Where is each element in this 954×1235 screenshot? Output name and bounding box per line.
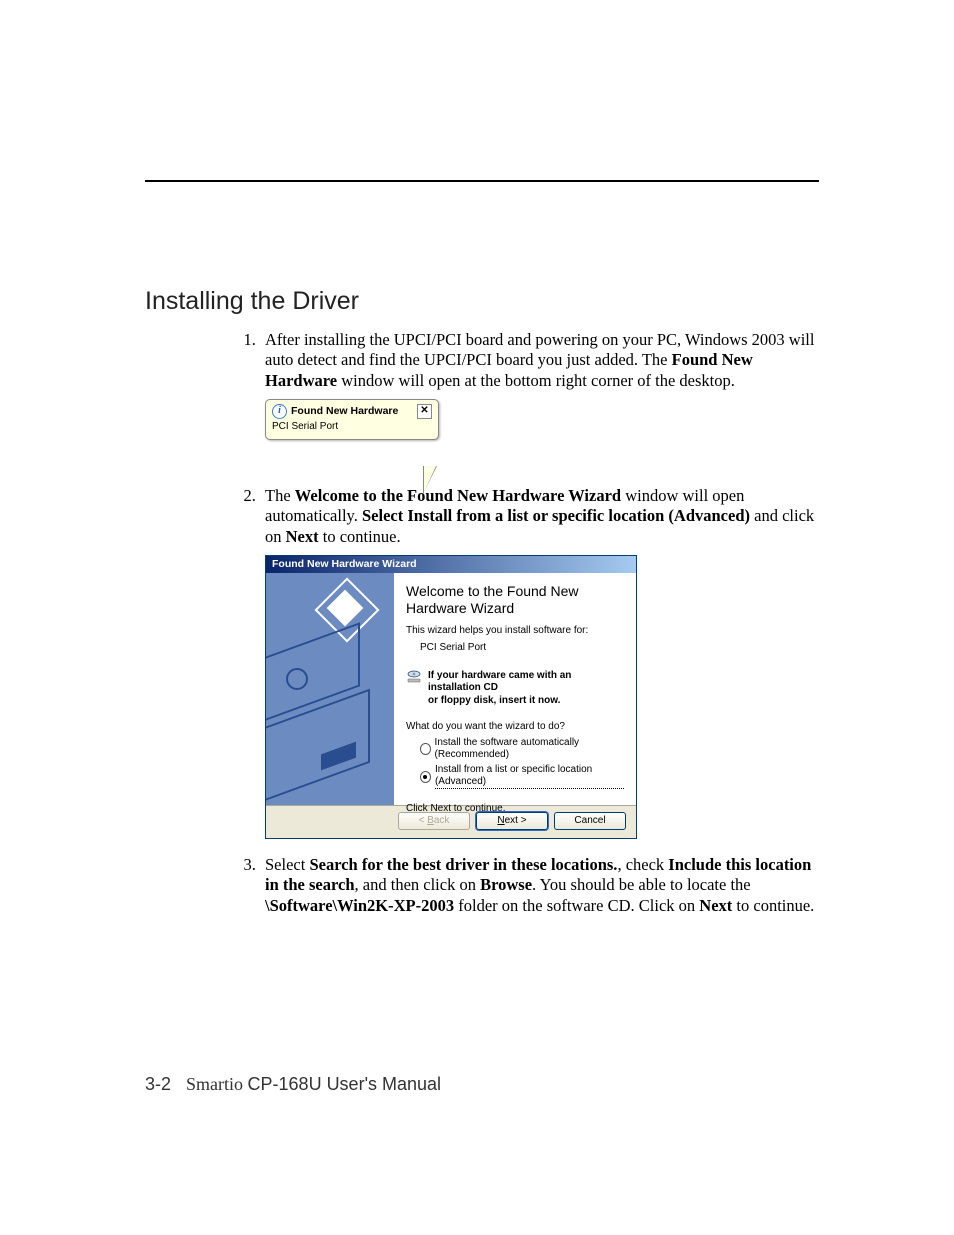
balloon-body: PCI Serial Port	[272, 421, 432, 433]
footer-manual: CP-168U User's Manual	[248, 1074, 442, 1094]
page-footer: 3-2 Smartio CP-168U User's Manual	[145, 1074, 441, 1095]
step3-bold1: Search for the best driver in these loca…	[309, 855, 617, 874]
cancel-button[interactable]: Cancel	[554, 812, 626, 830]
step3-mid4: folder on the software CD. Click on	[454, 896, 699, 915]
radio-label-auto: Install the software automatically (Reco…	[435, 737, 624, 762]
radio-option-advanced[interactable]: Install from a list or specific location…	[420, 764, 624, 790]
balloon-tooltip: i Found New Hardware ✕ PCI Serial Port	[265, 399, 819, 470]
page-number: 3-2	[145, 1074, 171, 1094]
step3-bold3: Browse	[480, 875, 532, 894]
next-button[interactable]: Next >	[476, 812, 548, 830]
wizard-helps-text: This wizard helps you install software f…	[406, 625, 624, 637]
wizard-dialog: Found New Hardware Wizard Welcome to the…	[265, 555, 637, 839]
top-rule	[145, 180, 819, 182]
step2-post: to continue.	[319, 527, 401, 546]
step3-mid2: , and then click on	[355, 875, 481, 894]
wizard-titlebar: Found New Hardware Wizard	[266, 556, 636, 573]
balloon-title: Found New Hardware	[291, 405, 398, 418]
step-2: The Welcome to the Found New Hardware Wi…	[260, 486, 819, 839]
step2-pre: The	[265, 486, 295, 505]
cd-icon	[406, 670, 422, 684]
info-icon: i	[272, 404, 287, 419]
step3-bold4: \Software\Win2K-XP-2003	[265, 896, 454, 915]
wizard-side-graphic	[266, 573, 394, 805]
step-list: After installing the UPCI/PCI board and …	[220, 330, 819, 916]
wizard-question: What do you want the wizard to do?	[406, 721, 624, 733]
step3-pre: Select	[265, 855, 309, 874]
step3-bold5: Next	[699, 896, 732, 915]
wizard-main: Welcome to the Found New Hardware Wizard…	[394, 573, 636, 805]
step3-mid1: , check	[617, 855, 668, 874]
section-heading: Installing the Driver	[145, 287, 819, 316]
step2-bold3: Next	[286, 527, 319, 546]
footer-smartio: Smartio	[186, 1074, 248, 1094]
cd-text-line1: If your hardware came with an installati…	[428, 670, 624, 695]
radio-icon-selected	[420, 771, 431, 783]
back-button: < Back	[398, 812, 470, 830]
step-1: After installing the UPCI/PCI board and …	[260, 330, 819, 470]
wizard-heading: Welcome to the Found New Hardware Wizard	[406, 583, 624, 617]
wizard-device-name: PCI Serial Port	[420, 642, 624, 654]
close-icon[interactable]: ✕	[417, 404, 432, 419]
radio-label-advanced: Install from a list or specific location…	[435, 764, 624, 790]
step3-post: to continue.	[732, 896, 814, 915]
step2-bold2: Select Install from a list or specific l…	[362, 506, 750, 525]
radio-icon	[420, 743, 431, 755]
cd-text-line2: or floppy disk, insert it now.	[428, 695, 624, 707]
step2-bold1: Welcome to the Found New Hardware Wizard	[295, 486, 621, 505]
step1-text-post: window will open at the bottom right cor…	[337, 371, 735, 390]
radio-option-auto[interactable]: Install the software automatically (Reco…	[420, 737, 624, 762]
step3-mid3: . You should be able to locate the	[532, 875, 751, 894]
step-3: Select Search for the best driver in the…	[260, 855, 819, 916]
